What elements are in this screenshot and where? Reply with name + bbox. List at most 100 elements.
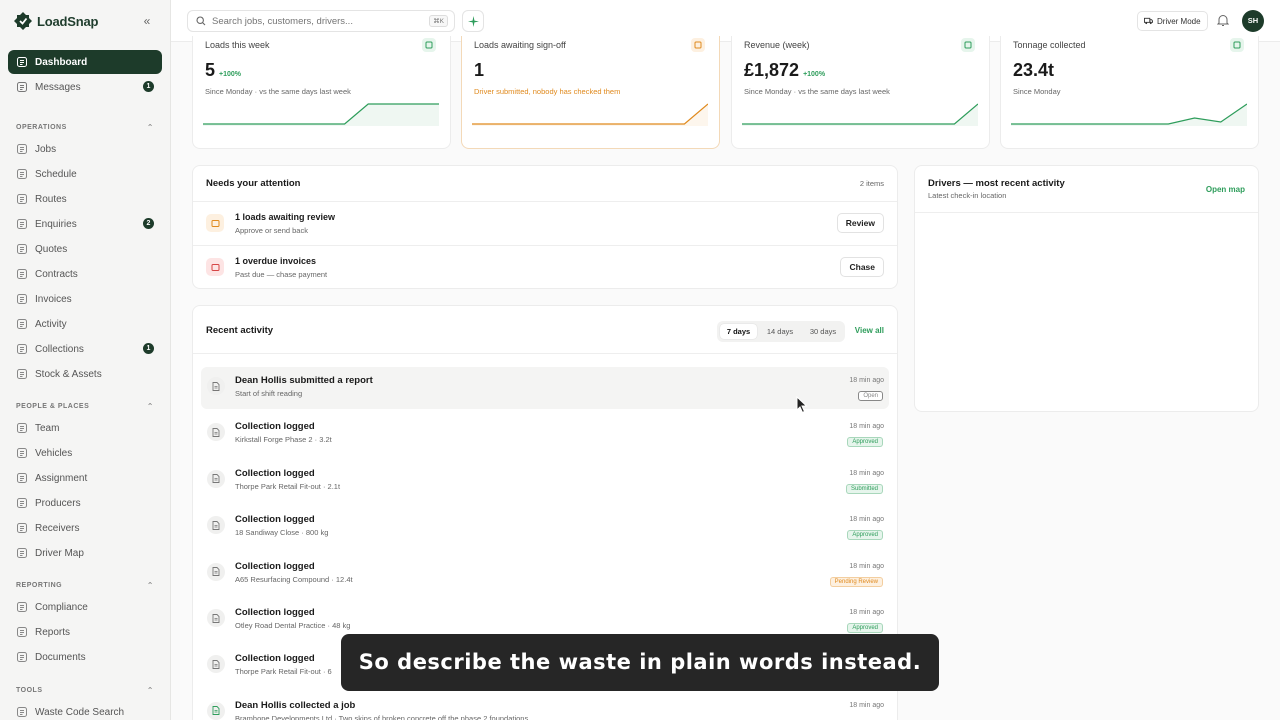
- chevron-up-icon: ⌃: [146, 686, 154, 695]
- section-tools[interactable]: TOOLS ⌃: [16, 686, 154, 695]
- bell-icon[interactable]: [1217, 14, 1229, 27]
- stat-icon: [422, 38, 436, 52]
- stat-card-loads-this-week[interactable]: Loads this week 5 +100% Since Monday · vs t…: [192, 36, 451, 149]
- activity-title: Dean Hollis collected a job: [235, 699, 356, 711]
- document-icon: [207, 469, 225, 488]
- stat-value-number: 1: [474, 60, 485, 80]
- sidebar-item-team[interactable]: Team: [8, 416, 162, 440]
- collapse-sidebar-icon[interactable]: «: [140, 14, 154, 28]
- activity-row[interactable]: Collection logged A65 Resurfacing Compoun…: [201, 553, 889, 595]
- activity-row[interactable]: Collection logged Thorpe Park Retail Fit-…: [201, 460, 889, 502]
- assignment-icon: [17, 473, 27, 483]
- document-icon: [207, 423, 225, 442]
- stock-and-assets-icon: [17, 369, 27, 379]
- sidebar-item-invoices[interactable]: Invoices: [8, 287, 162, 311]
- search-box[interactable]: ⌘K: [187, 10, 455, 32]
- activity-title: Collection logged: [235, 421, 315, 433]
- activity-row[interactable]: Dean Hollis collected a job Bramhope Deve…: [201, 692, 889, 720]
- stat-title: Loads awaiting sign-off: [474, 40, 566, 50]
- sidebar-item-waste-code-search[interactable]: Waste Code Search: [8, 700, 162, 720]
- pound-icon: [964, 41, 972, 49]
- avatar[interactable]: SH: [1242, 10, 1264, 32]
- view-all-link[interactable]: View all: [855, 326, 884, 335]
- invoices-icon: [17, 294, 27, 304]
- video-caption: So describe the waste in plain words ins…: [341, 634, 939, 691]
- activity-row[interactable]: Collection logged Kirkstall Forge Phase 2…: [201, 413, 889, 455]
- driver-mode-label: Driver Mode: [1157, 16, 1201, 26]
- vehicles-icon: [17, 448, 27, 458]
- activity-description: Bramhope Developments Ltd · Two skips of…: [235, 713, 529, 720]
- sidebar-item-receivers[interactable]: Receivers: [8, 516, 162, 540]
- logo[interactable]: LoadSnap: [13, 11, 98, 31]
- attention-title: Needs your attention: [206, 178, 301, 189]
- jobs-icon: [17, 144, 27, 154]
- sidebar-item-label: Quotes: [35, 243, 68, 255]
- inbox-icon: [694, 41, 702, 49]
- search-shortcut: ⌘K: [429, 15, 448, 27]
- attention-item-subtitle: Approve or send back: [235, 226, 308, 235]
- stat-card-revenue-week[interactable]: Revenue (week) £1,872 +100% Since Monday · …: [731, 36, 990, 149]
- document-icon: [425, 41, 433, 49]
- sidebar-item-producers[interactable]: Producers: [8, 491, 162, 515]
- sidebar-item-collections[interactable]: Collections 1: [8, 337, 162, 361]
- stat-card-loads-awaiting-sign-off[interactable]: Loads awaiting sign-off 1 Driver submitted…: [461, 36, 720, 149]
- stat-sparkline: [472, 103, 708, 126]
- drivers-panel: Drivers — most recent activity Latest ch…: [914, 165, 1259, 412]
- section-reporting[interactable]: REPORTING ⌃: [16, 581, 154, 590]
- compliance-icon: [17, 602, 27, 612]
- activity-title: Recent activity: [206, 325, 274, 336]
- stat-card-tonnage-collected[interactable]: Tonnage collected 23.4t Since Monday: [1000, 36, 1259, 149]
- stat-subtitle: Since Monday · vs the same days last wee…: [205, 87, 351, 96]
- sidebar-item-documents[interactable]: Documents: [8, 645, 162, 669]
- enquiries-icon: [17, 219, 27, 229]
- driver-mode-button[interactable]: Driver Mode: [1137, 11, 1208, 31]
- document-icon: [207, 701, 225, 720]
- activity-row[interactable]: Collection logged 18 Sandiway Close · 800…: [201, 506, 889, 548]
- sidebar-item-messages[interactable]: Messages 1: [8, 75, 162, 99]
- open-map-link[interactable]: Open map: [1206, 185, 1245, 194]
- activity-description: 18 Sandiway Close · 800 kg: [235, 528, 329, 538]
- activity-description: A65 Resurfacing Compound · 12.4t: [235, 574, 353, 584]
- chevron-up-icon: ⌃: [146, 402, 154, 411]
- sidebar-item-compliance[interactable]: Compliance: [8, 595, 162, 619]
- sidebar-item-activity[interactable]: Activity: [8, 312, 162, 336]
- sidebar-item-stock-and-assets[interactable]: Stock & Assets: [8, 362, 162, 386]
- sidebar-item-reports[interactable]: Reports: [8, 620, 162, 644]
- section-people-and-places[interactable]: PEOPLE & PLACES ⌃: [16, 402, 154, 411]
- activity-time: 18 min ago: [849, 423, 884, 431]
- stat-subtitle: Since Monday · vs the same days last wee…: [744, 87, 890, 96]
- sidebar-item-jobs[interactable]: Jobs: [8, 137, 162, 161]
- sidebar-item-label: Dashboard: [35, 56, 88, 68]
- sidebar-item-dashboard[interactable]: Dashboard: [8, 50, 162, 74]
- sidebar-item-quotes[interactable]: Quotes: [8, 237, 162, 261]
- status-badge: Approved: [847, 623, 883, 633]
- ai-assistant-button[interactable]: [462, 10, 484, 32]
- search-input[interactable]: [212, 15, 412, 27]
- sidebar-item-routes[interactable]: Routes: [8, 187, 162, 211]
- driver-map-icon: [17, 548, 27, 558]
- sidebar-item-assignment[interactable]: Assignment: [8, 466, 162, 490]
- section-operations[interactable]: OPERATIONS ⌃: [16, 123, 154, 132]
- sidebar-item-schedule[interactable]: Schedule: [8, 162, 162, 186]
- activity-time: 18 min ago: [849, 609, 884, 616]
- activity-description: Thorpe Park Retail Fit-out · 2.1t: [235, 481, 341, 491]
- sidebar-item-label: Driver Map: [35, 547, 84, 559]
- sidebar-item-contracts[interactable]: Contracts: [8, 262, 162, 286]
- stat-icon: [961, 38, 975, 52]
- sidebar-item-label: Routes: [35, 193, 67, 205]
- range-30-days[interactable]: 30 days: [803, 324, 843, 339]
- range-7-days[interactable]: 7 days: [720, 324, 757, 339]
- review-button[interactable]: Review: [836, 213, 884, 233]
- range-14-days[interactable]: 14 days: [760, 324, 800, 339]
- sidebar-item-label: Vehicles: [35, 447, 73, 459]
- status-badge: Open: [858, 391, 883, 401]
- sidebar-item-vehicles[interactable]: Vehicles: [8, 441, 162, 465]
- mouse-cursor-icon: [796, 396, 808, 414]
- receivers-icon: [17, 523, 27, 533]
- sidebar-item-driver-map[interactable]: Driver Map: [8, 541, 162, 565]
- drivers-title: Drivers — most recent activity: [928, 178, 1065, 189]
- activity-row[interactable]: Dean Hollis submitted a report Start of s…: [201, 367, 889, 409]
- chase-button[interactable]: Chase: [840, 257, 884, 277]
- sidebar-item-enquiries[interactable]: Enquiries 2: [8, 212, 162, 236]
- sidebar-item-label: Invoices: [35, 293, 72, 305]
